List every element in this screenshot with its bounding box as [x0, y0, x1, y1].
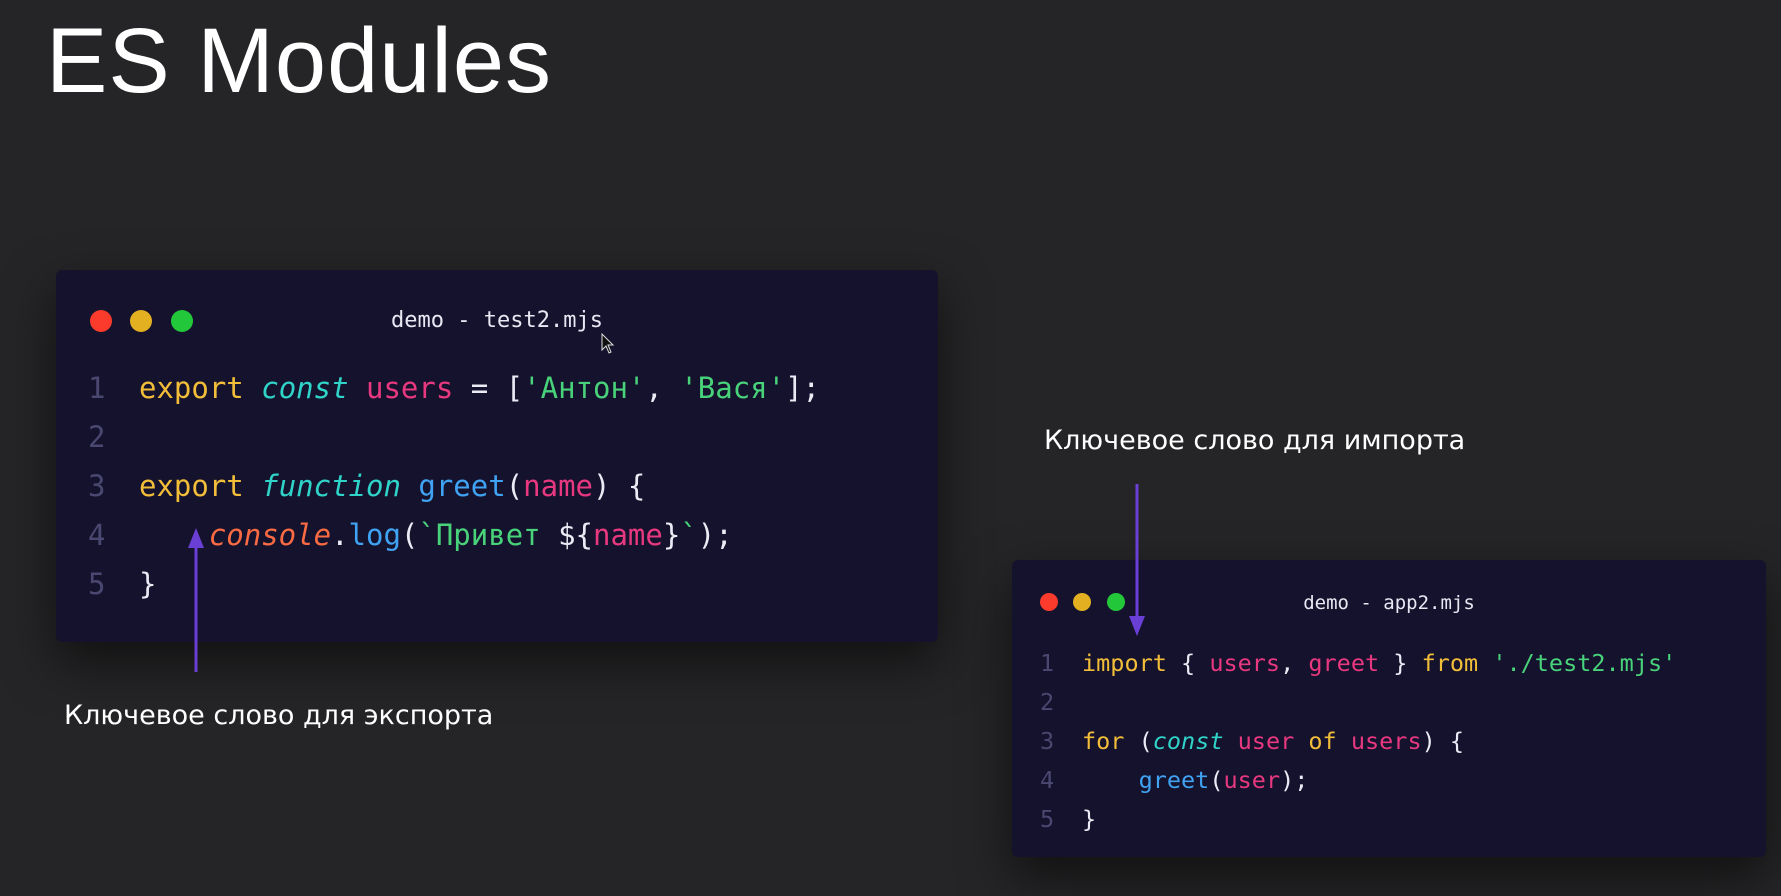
mouse-cursor-icon — [601, 333, 615, 354]
annotation-arrows — [188, 484, 1145, 672]
import-arrow-icon — [1129, 484, 1145, 636]
export-arrow-icon — [188, 528, 204, 672]
